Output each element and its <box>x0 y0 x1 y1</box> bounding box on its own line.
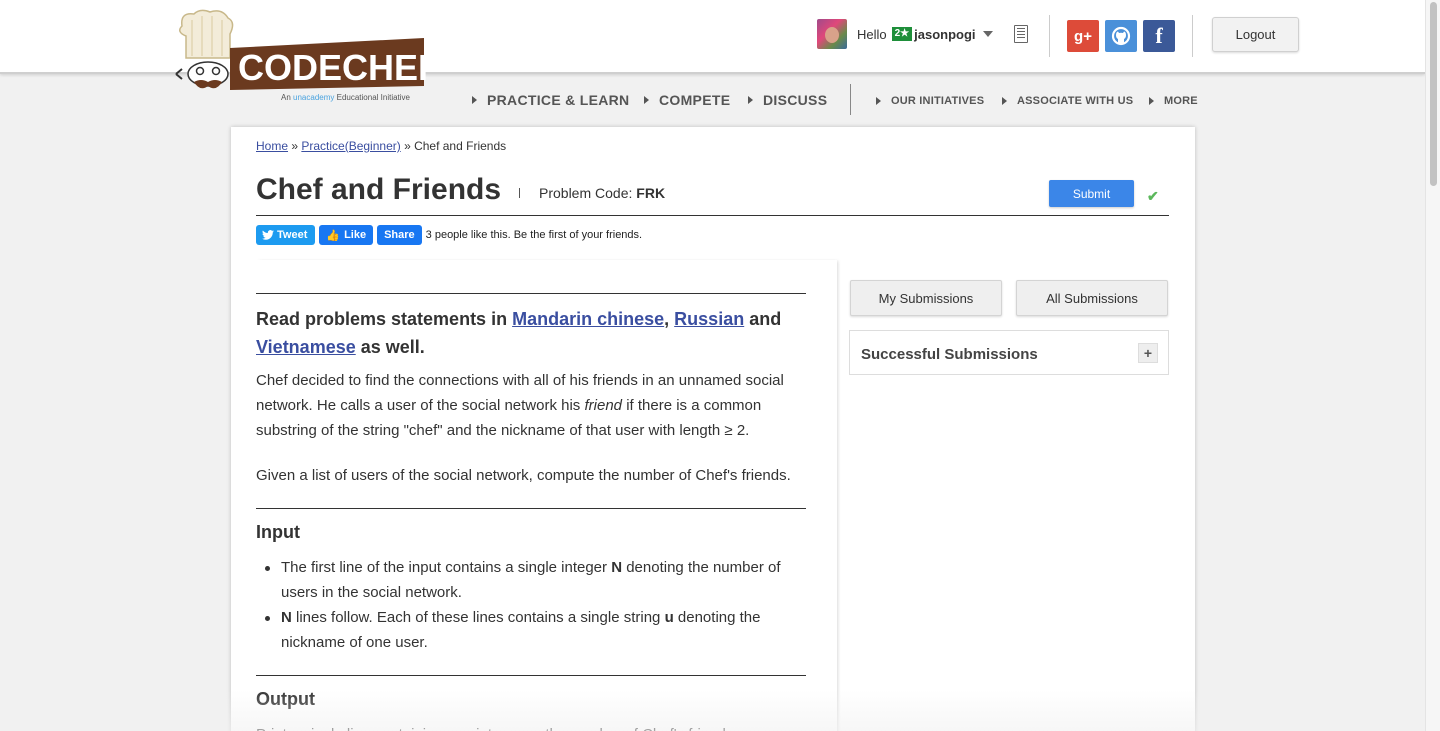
tweet-button[interactable]: Tweet <box>256 225 316 245</box>
title-divider <box>519 188 520 198</box>
google-plus-icon[interactable]: g+ <box>1067 20 1099 52</box>
successful-submissions-title: Successful Submissions <box>861 346 1038 363</box>
nav-divider <box>850 84 851 115</box>
statement-paragraph: Chef decided to find the connections wit… <box>256 368 806 443</box>
notice-comma: , <box>664 309 670 329</box>
list-variable: N <box>611 559 623 576</box>
list-item: N lines follow. Each of these lines cont… <box>265 605 806 655</box>
problem-code-value: FRK <box>636 185 666 201</box>
title-rule <box>256 215 1169 216</box>
submit-button[interactable]: Submit <box>1049 180 1134 207</box>
nav-more[interactable]: MORE <box>1149 95 1198 107</box>
like-label: Like <box>344 229 367 241</box>
nav-label: ASSOCIATE WITH US <box>1017 95 1134 107</box>
nav-practice[interactable]: PRACTICE & LEARN <box>472 92 629 108</box>
list-text: The first line of the input contains a s… <box>281 559 608 576</box>
translations-notice: Read problems statements in Mandarin chi… <box>256 305 806 361</box>
share-row: Tweet 👍 Like Share 3 people like this. Be… <box>256 225 642 245</box>
breadcrumb-practice[interactable]: Practice(Beginner) <box>301 139 400 153</box>
facebook-icon[interactable]: f <box>1143 20 1175 52</box>
document-icon[interactable] <box>1014 25 1028 43</box>
triangle-right-icon <box>644 96 649 104</box>
top-header: CODECHEF An unacademy Educational Initia… <box>0 0 1425 102</box>
nav-label: COMPETE <box>659 92 731 108</box>
output-paragraph: Print a single line containing one integ… <box>256 722 806 731</box>
svg-text:CODECHEF: CODECHEF <box>238 47 428 88</box>
list-text: lines follow. Each of these lines contai… <box>296 609 661 626</box>
notice-and: and <box>749 309 782 329</box>
tagline-suffix: Educational Initiative <box>336 93 411 102</box>
github-glyph <box>1111 26 1131 46</box>
notice-prefix: Read problems statements in <box>256 309 508 329</box>
problem-code: Problem Code: FRK <box>539 185 665 201</box>
problem-statement: Read problems statements in Mandarin chi… <box>256 260 837 731</box>
list-item: The first line of the input contains a s… <box>265 555 806 605</box>
triangle-right-icon <box>876 97 881 105</box>
scrollbar-thumb[interactable] <box>1430 2 1437 186</box>
link-mandarin[interactable]: Mandarin chinese <box>512 309 664 329</box>
triangle-right-icon <box>1149 97 1154 105</box>
logo-tagline: An unacademy Educational Initiative <box>281 93 410 102</box>
nav-label: MORE <box>1164 95 1198 107</box>
header-divider <box>1049 15 1050 57</box>
problem-card: Home » Practice(Beginner) » Chef and Fri… <box>231 127 1195 731</box>
triangle-right-icon <box>1002 97 1007 105</box>
checkmark-icon: ✔ <box>1147 188 1159 204</box>
github-icon[interactable] <box>1105 20 1137 52</box>
list-variable: u <box>664 609 674 626</box>
user-menu[interactable]: Hello 2★ jasonpogi <box>817 19 993 49</box>
section-divider <box>256 293 806 294</box>
nav-discuss[interactable]: DISCUSS <box>748 92 827 108</box>
breadcrumb-separator: » <box>288 139 302 153</box>
expand-plus-icon[interactable]: + <box>1138 343 1158 363</box>
nav-label: OUR INITIATIVES <box>891 95 985 107</box>
greeting: Hello <box>857 26 887 42</box>
notice-suffix: as well. <box>360 337 425 357</box>
my-submissions-button[interactable]: My Submissions <box>850 280 1002 316</box>
input-heading: Input <box>256 522 300 542</box>
breadcrumb-home[interactable]: Home <box>256 139 288 153</box>
triangle-right-icon <box>472 96 477 104</box>
successful-submissions-panel[interactable]: Successful Submissions + <box>849 330 1169 375</box>
google-plus-glyph: g+ <box>1074 27 1092 45</box>
nav-compete[interactable]: COMPETE <box>644 92 730 108</box>
tagline-brand: unacademy <box>293 93 335 102</box>
nav-label: PRACTICE & LEARN <box>487 92 630 108</box>
statement-paragraph: Given a list of users of the social netw… <box>256 467 791 484</box>
all-submissions-button[interactable]: All Submissions <box>1016 280 1168 316</box>
tagline-prefix: An <box>281 93 291 102</box>
section-divider <box>256 508 806 509</box>
facebook-glyph: f <box>1155 23 1163 48</box>
facebook-share-button[interactable]: Share <box>377 225 422 245</box>
section-divider <box>256 675 806 676</box>
page-title: Chef and Friends <box>256 173 502 206</box>
page-scrollbar[interactable] <box>1425 0 1440 731</box>
list-variable: N <box>281 609 292 626</box>
tweet-label: Tweet <box>277 229 308 241</box>
nav-our-initiatives[interactable]: OUR INITIATIVES <box>876 95 984 107</box>
star-rating-badge: 2★ <box>891 27 913 41</box>
nav-associate[interactable]: ASSOCIATE WITH US <box>1002 95 1133 107</box>
input-list: The first line of the input contains a s… <box>265 555 806 655</box>
likes-count-text: 3 people like this. Be the first of your… <box>425 229 643 241</box>
facebook-like-button[interactable]: 👍 Like <box>319 225 374 245</box>
logout-button[interactable]: Logout <box>1212 17 1299 52</box>
chevron-down-icon[interactable] <box>982 31 993 37</box>
breadcrumb-separator: » <box>400 139 415 153</box>
twitter-bird-icon <box>262 230 274 240</box>
problem-code-label: Problem Code: <box>539 185 633 201</box>
header-divider <box>1192 15 1193 57</box>
nav-label: DISCUSS <box>763 92 828 108</box>
output-heading: Output <box>256 689 315 709</box>
paragraph-emphasis: friend <box>584 397 623 414</box>
breadcrumb-current: Chef and Friends <box>414 139 507 153</box>
avatar[interactable] <box>817 19 847 49</box>
link-vietnamese[interactable]: Vietnamese <box>256 337 356 357</box>
username[interactable]: jasonpogi <box>914 27 975 42</box>
triangle-right-icon <box>748 96 753 104</box>
thumbs-up-icon: 👍 <box>326 229 341 242</box>
link-russian[interactable]: Russian <box>674 309 744 329</box>
breadcrumb: Home » Practice(Beginner) » Chef and Fri… <box>256 139 506 153</box>
